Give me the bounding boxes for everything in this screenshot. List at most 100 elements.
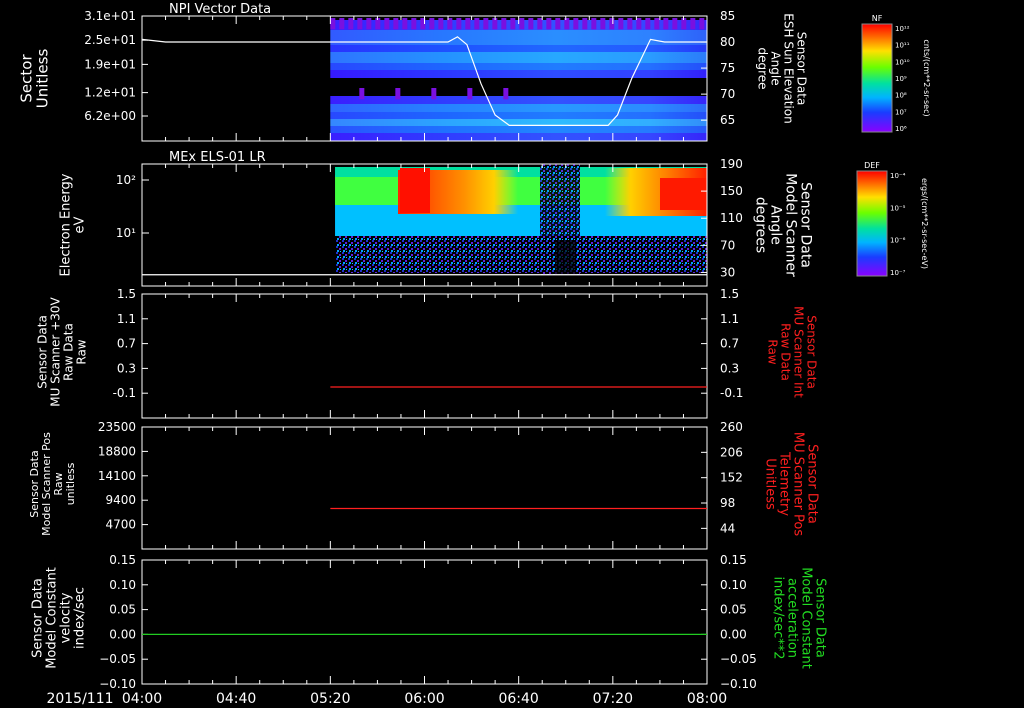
y-tick-label: −0.05: [99, 652, 136, 666]
panel-frame: [141, 293, 708, 419]
npi-speckle: [510, 18, 516, 30]
npi-colorbar-title: NF: [872, 14, 883, 23]
y2label-line: Raw Data: [778, 323, 792, 381]
npi-speckle: [699, 18, 705, 30]
y-tick-label: 1.5: [117, 287, 136, 301]
els-ylabel: Electron Energy eV: [59, 173, 88, 276]
time-tick-label: 04:00: [122, 691, 162, 707]
ylabel-line: MU Scanner +30V: [49, 297, 63, 407]
panel-frame: [141, 559, 708, 685]
y2-tick-label: 0.10: [720, 578, 747, 592]
els-hot-core: [400, 168, 430, 213]
els-noise: [335, 235, 707, 273]
els-dark-patch: [555, 240, 575, 275]
npi-speckle: [359, 88, 365, 100]
els-y2label-line: Sensor Data: [798, 182, 814, 268]
npi-speckle: [690, 18, 696, 30]
npi-speckle: [348, 18, 354, 30]
els-y2label-line: degrees: [753, 197, 769, 253]
y2-tick-label: 44: [720, 521, 735, 535]
els-colorbar-title: DEF: [864, 161, 880, 170]
y-tick-label: 0.10: [109, 578, 136, 592]
npi-colorbar-tick: 10¹¹: [895, 42, 910, 50]
y-tick-label: 0.7: [117, 337, 136, 351]
els-ylabel-line: Electron Energy: [59, 173, 74, 276]
y-tick-label: 14100: [98, 469, 136, 483]
els-colorbar-tick: 10⁻⁶: [890, 237, 906, 245]
y2label-line: Telemetry: [776, 451, 791, 516]
npi-speckle: [438, 18, 444, 30]
npi-colorbar-unit-text: cnts/(cm**2-sr-sec): [922, 39, 931, 116]
npi-colorbar: [862, 24, 892, 132]
ylabel-line: Raw Data: [62, 323, 76, 381]
npi-speckle: [411, 18, 417, 30]
y2-tick-label: 0.7: [720, 337, 739, 351]
npi-speckle: [402, 18, 408, 30]
y2label-line: Unitless: [762, 458, 777, 510]
y-tick-label: 0.00: [109, 627, 136, 641]
els-y-tick-label: 10²: [116, 173, 136, 187]
npi-gap: [330, 78, 707, 87]
y2label-line: Model Constant: [798, 567, 813, 669]
npi-speckle: [519, 18, 525, 30]
npi-speckle: [645, 18, 651, 30]
els-colorbar-tick: 10⁻⁵: [890, 204, 906, 212]
els-colorbar-unit: ergs/(cm**2-sr-sec-eV): [920, 178, 929, 269]
els-colorbar-tick: 10⁻⁴: [890, 172, 906, 180]
npi-speckle: [465, 18, 471, 30]
npi-speckle: [357, 18, 363, 30]
els-y2label-line: Angle: [768, 205, 784, 245]
npi-speckle: [672, 18, 678, 30]
els-y2-tick-label: 110: [720, 211, 743, 225]
y-tick-label: 18800: [98, 444, 136, 458]
y2-tick-label: 206: [720, 445, 743, 459]
npi-y-tick-label: 2.5e+01: [84, 33, 136, 47]
y2-tick-label: 98: [720, 496, 735, 510]
npi-y-tick-label: 1.9e+01: [84, 57, 136, 71]
ylabel: Sensor Data Model Constant velocity index/s…: [31, 567, 88, 669]
ylabel: Sensor Data Model Scanner Pos Raw unitless: [28, 432, 77, 536]
y2-tick-label: 0.00: [720, 627, 747, 641]
y2label: Sensor DataMU Scanner PosTelemetryUnitle…: [762, 432, 819, 537]
y2label-line: MU Scanner Pos: [790, 432, 805, 537]
npi-speckle: [503, 88, 509, 100]
ylabel-line: unitless: [64, 462, 77, 505]
els-ylabel-line: eV: [73, 216, 88, 233]
npi-speckle: [366, 18, 372, 30]
npi-speckle: [654, 18, 660, 30]
y2-tick-label: 1.5: [720, 287, 739, 301]
npi-speckle: [456, 18, 462, 30]
date-label: 2015/111: [46, 691, 113, 707]
science-plot: 3.1e+01 2.5e+01 1.9e+01 1.2e+01 6.2e+00 85 80 7…: [17, 2, 931, 707]
panel-frame: [141, 426, 708, 550]
y2-tick-label: −0.05: [720, 652, 757, 666]
npi-speckle: [528, 18, 534, 30]
npi-speckle: [474, 18, 480, 30]
npi-speckle: [555, 18, 561, 30]
els-y2label: Sensor DataModel ScannerAngledegrees: [753, 173, 814, 277]
npi-speckle: [384, 18, 390, 30]
npi-colorbar-tick: 10¹²: [895, 25, 910, 33]
y2label-line: Sensor Data: [804, 315, 818, 389]
npi-speckle: [483, 18, 489, 30]
npi-speckle: [564, 18, 570, 30]
y2-tick-label: 0.05: [720, 603, 747, 617]
npi-y-tick-label: 3.1e+01: [84, 9, 136, 23]
y-tick-label: 4700: [105, 518, 136, 532]
time-tick-label: 08:00: [687, 691, 727, 707]
npi-speckle: [609, 18, 615, 30]
els-low-dark: [335, 275, 707, 286]
time-tick-label: 04:40: [216, 691, 256, 707]
els-y2-tick-label: 30: [720, 265, 735, 279]
npi-speckle: [582, 18, 588, 30]
npi-speckle: [393, 18, 399, 30]
y-tick-label: 1.1: [117, 312, 136, 326]
y2-tick-label: 0.3: [720, 361, 739, 375]
y2label: Sensor DataMU Scanner IntRaw DataRaw: [765, 306, 818, 398]
y2-tick-label: 0.15: [720, 553, 747, 567]
y2label-line: index/sec**2: [770, 576, 785, 659]
y2label-line: Sensor Data: [804, 444, 819, 524]
npi-speckle: [501, 18, 507, 30]
y2label-line: Raw: [765, 339, 779, 364]
npi-speckle: [546, 18, 552, 30]
